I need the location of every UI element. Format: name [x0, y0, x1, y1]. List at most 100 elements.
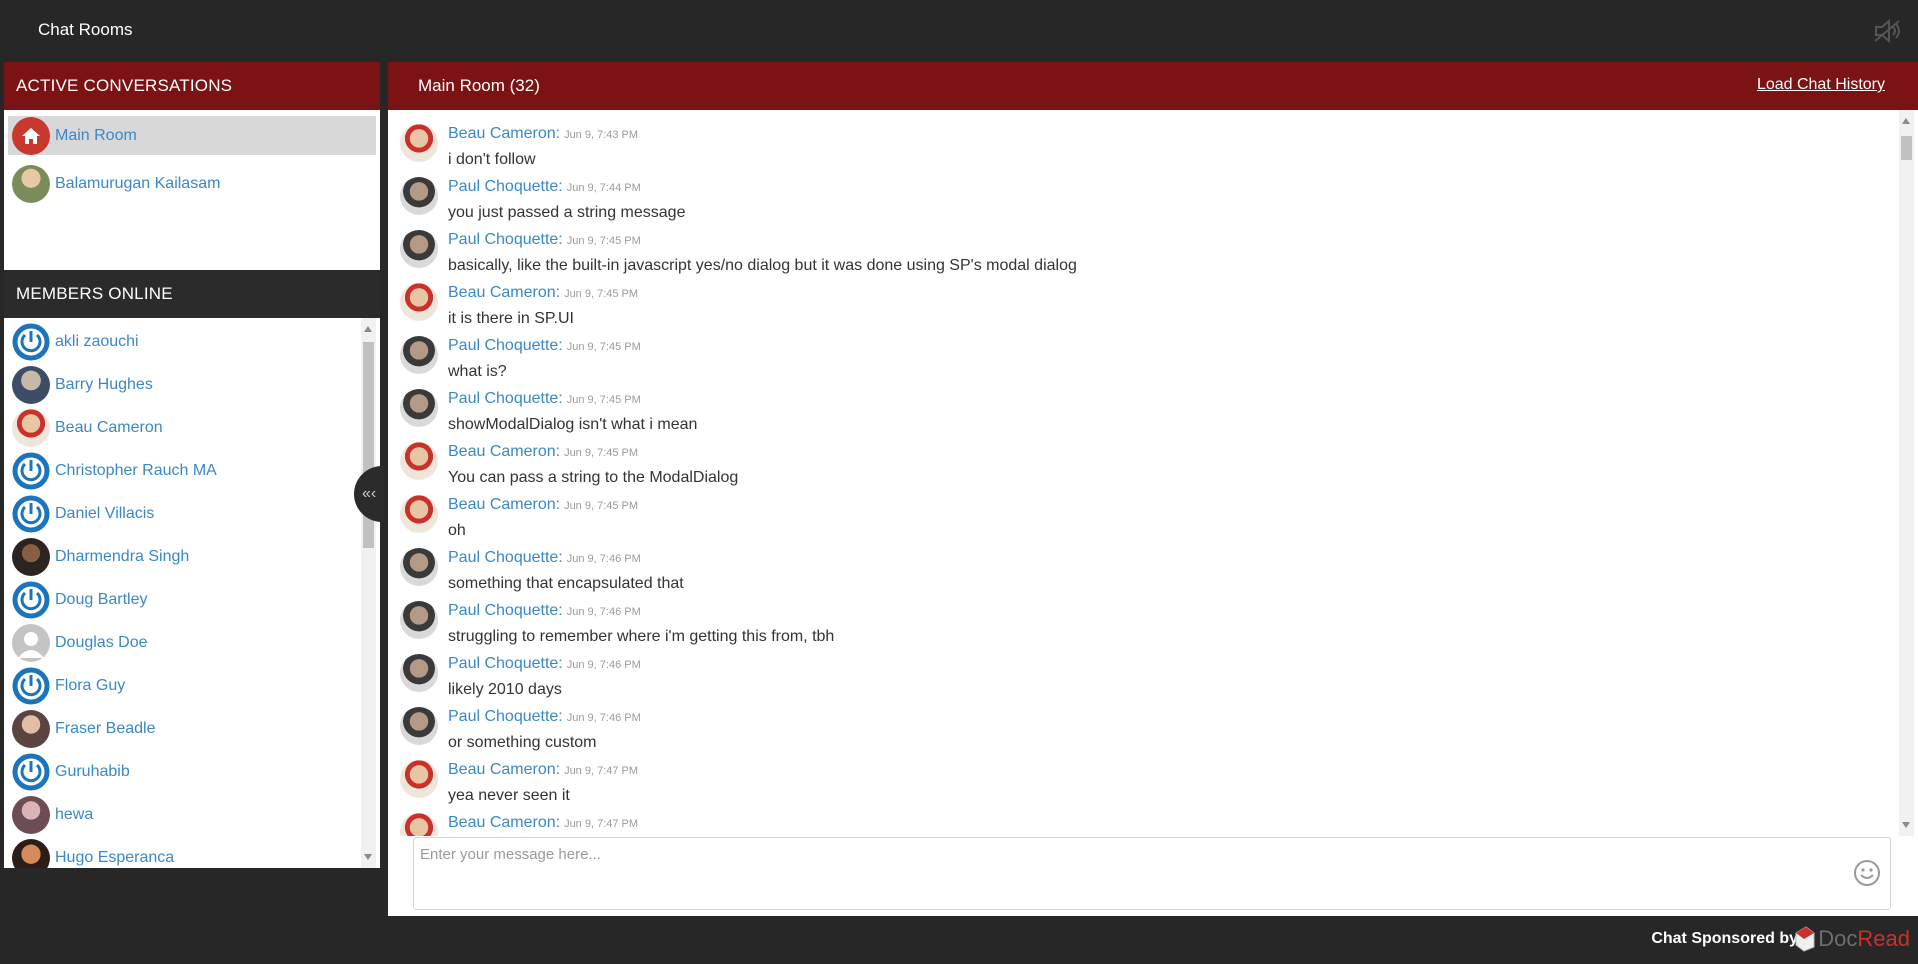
user-avatar	[12, 164, 50, 203]
member-name: Douglas Doe	[55, 633, 148, 651]
docread-logo[interactable]: Doc Read	[1792, 924, 1910, 954]
scrollbar-thumb[interactable]	[1901, 136, 1912, 160]
message-time: Jun 9, 7:47 PM	[564, 818, 639, 830]
user-avatar	[12, 537, 50, 576]
power-icon	[12, 666, 50, 705]
member-item[interactable]: Fraser Beadle	[8, 707, 354, 750]
message-time: Jun 9, 7:44 PM	[566, 182, 641, 194]
message-item: Paul Choquette: Jun 9, 7:46 PM or somethin…	[388, 693, 1900, 751]
message-author[interactable]: Beau Cameron:	[448, 814, 560, 831]
member-item[interactable]: Daniel Villacis	[8, 492, 354, 535]
user-avatar	[400, 177, 438, 215]
message-author[interactable]: Paul Choquette:	[448, 337, 563, 354]
message-author[interactable]: Beau Cameron:	[448, 125, 560, 142]
user-avatar	[400, 495, 438, 533]
user-avatar	[400, 283, 438, 321]
message-item: Beau Cameron: Jun 9, 7:43 PM i don't follo…	[388, 110, 1900, 168]
scroll-down-arrow-icon[interactable]	[1902, 822, 1910, 828]
member-name: Daniel Villacis	[55, 504, 155, 522]
member-name: Doug Bartley	[55, 590, 148, 608]
mute-sound-icon[interactable]	[1872, 18, 1902, 44]
message-author[interactable]: Paul Choquette:	[448, 602, 563, 619]
room-title: Main Room (32)	[418, 76, 540, 95]
user-avatar	[400, 442, 438, 480]
member-name: Dharmendra Singh	[55, 547, 190, 565]
conversation-label: Main Room	[55, 126, 137, 144]
conversation-item-balamurugan[interactable]: Balamurugan Kailasam	[8, 162, 376, 205]
message-time: Jun 9, 7:46 PM	[566, 606, 641, 618]
message-author[interactable]: Paul Choquette:	[448, 549, 563, 566]
scroll-up-arrow-icon[interactable]	[364, 326, 372, 332]
message-author[interactable]: Paul Choquette:	[448, 390, 563, 407]
member-item[interactable]: Douglas Doe	[8, 621, 354, 664]
message-author[interactable]: Paul Choquette:	[448, 655, 563, 672]
power-icon	[12, 752, 50, 791]
member-item[interactable]: Beau Cameron	[8, 406, 354, 449]
message-item: Beau Cameron: Jun 9, 7:45 PM it is there i…	[388, 269, 1900, 327]
member-item[interactable]: Flora Guy	[8, 664, 354, 707]
message-author[interactable]: Beau Cameron:	[448, 761, 560, 778]
member-name: Fraser Beadle	[55, 719, 156, 737]
message-item: Paul Choquette: Jun 9, 7:45 PM showModalDi…	[388, 375, 1900, 433]
emoji-icon[interactable]	[1852, 858, 1882, 888]
message-item: Paul Choquette: Jun 9, 7:44 PM you just pa…	[388, 163, 1900, 221]
message-item: Paul Choquette: Jun 9, 7:45 PM basically, …	[388, 216, 1900, 274]
chat-scrollbar[interactable]	[1899, 110, 1914, 836]
message-item: Paul Choquette: Jun 9, 7:46 PM something t…	[388, 534, 1900, 592]
user-avatar	[12, 795, 50, 834]
member-name: hewa	[55, 805, 94, 823]
user-avatar	[12, 408, 50, 447]
message-time: Jun 9, 7:46 PM	[566, 659, 641, 671]
active-conversations-header: ACTIVE CONVERSATIONS	[4, 62, 380, 110]
member-item[interactable]: Barry Hughes	[8, 363, 354, 406]
user-avatar	[400, 124, 438, 162]
conversation-label: Balamurugan Kailasam	[55, 174, 221, 192]
scroll-up-arrow-icon[interactable]	[1902, 118, 1910, 124]
member-item[interactable]: Guruhabib	[8, 750, 354, 793]
scroll-down-arrow-icon[interactable]	[364, 854, 372, 860]
member-name: Hugo Esperanca	[55, 848, 175, 866]
members-online-panel: akli zaouchi Barry Hughes Beau Cameron C…	[4, 318, 380, 868]
user-avatar	[12, 838, 50, 868]
member-item[interactable]: Dharmendra Singh	[8, 535, 354, 578]
user-avatar	[400, 336, 438, 374]
message-item: Beau Cameron: Jun 9, 7:45 PM oh	[388, 481, 1900, 539]
message-author[interactable]: Paul Choquette:	[448, 178, 563, 195]
member-item[interactable]: hewa	[8, 793, 354, 836]
user-avatar	[400, 654, 438, 692]
conversation-item-main-room[interactable]: Main Room	[8, 116, 376, 155]
message-input[interactable]	[414, 838, 1826, 914]
message-time: Jun 9, 7:45 PM	[564, 447, 639, 459]
message-item: Beau Cameron: Jun 9, 7:47 PM	[388, 799, 1900, 836]
member-name: akli zaouchi	[55, 332, 139, 350]
message-author[interactable]: Paul Choquette:	[448, 231, 563, 248]
members-list: akli zaouchi Barry Hughes Beau Cameron C…	[4, 318, 358, 868]
message-author[interactable]: Beau Cameron:	[448, 443, 560, 460]
app-title: Chat Rooms	[38, 20, 133, 39]
home-icon	[12, 116, 50, 155]
user-avatar	[400, 230, 438, 268]
message-time: Jun 9, 7:45 PM	[564, 500, 639, 512]
user-avatar	[400, 601, 438, 639]
member-item[interactable]: akli zaouchi	[8, 320, 354, 363]
message-composer	[413, 837, 1891, 914]
member-item[interactable]: Hugo Esperanca	[8, 836, 354, 868]
members-scrollbar[interactable]	[361, 318, 376, 868]
user-avatar	[400, 389, 438, 427]
member-item[interactable]: Christopher Rauch MA	[8, 449, 354, 492]
message-time: Jun 9, 7:43 PM	[564, 129, 639, 141]
message-author[interactable]: Beau Cameron:	[448, 496, 560, 513]
message-time: Jun 9, 7:45 PM	[566, 394, 641, 406]
load-chat-history-link[interactable]: Load Chat History	[1757, 76, 1885, 94]
message-time: Jun 9, 7:45 PM	[566, 341, 641, 353]
message-author[interactable]: Beau Cameron:	[448, 284, 560, 301]
message-author[interactable]: Paul Choquette:	[448, 708, 563, 725]
user-avatar	[12, 365, 50, 404]
user-avatar	[400, 813, 438, 836]
logo-doc-text: Doc	[1818, 926, 1858, 951]
member-name: Christopher Rauch MA	[55, 461, 217, 479]
member-name: Flora Guy	[55, 676, 126, 694]
member-item[interactable]: Doug Bartley	[8, 578, 354, 621]
message-list: Beau Cameron: Jun 9, 7:43 PM i don't follo…	[388, 110, 1900, 836]
power-icon	[12, 322, 50, 361]
